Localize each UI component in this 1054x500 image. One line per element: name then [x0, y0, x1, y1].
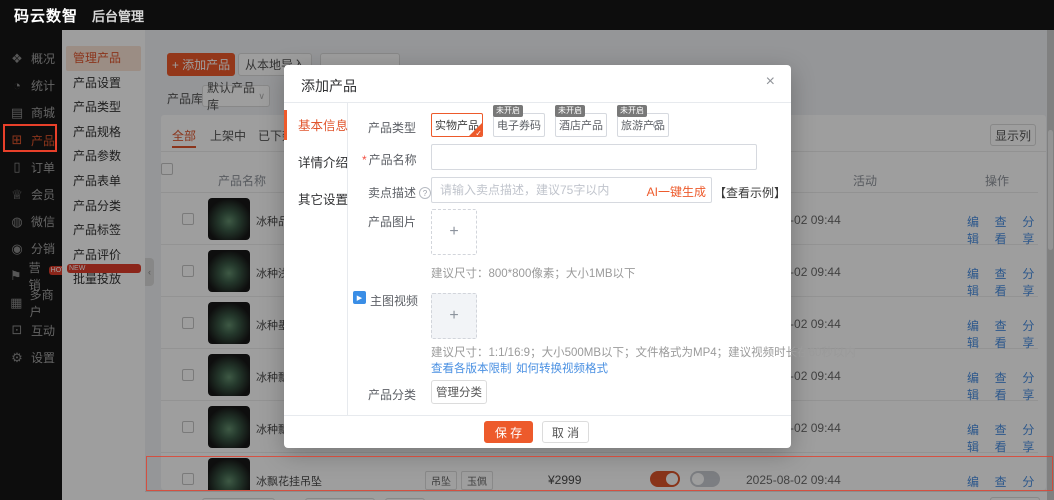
modal-title: 添加产品 [301, 76, 357, 96]
video-guide-icon: ▶ [353, 291, 366, 304]
selling-point-label: 卖点描述? [368, 184, 431, 201]
modal-tab-basic-info[interactable]: 基本信息 [298, 115, 348, 134]
product-name-input[interactable] [431, 144, 757, 170]
selling-point-field: AI一键生成 [431, 177, 712, 203]
product-type-label: 产品类型 [368, 119, 416, 136]
cancel-button[interactable]: 取 消 [542, 421, 589, 443]
ai-generate-button[interactable]: AI一键生成 [647, 183, 706, 200]
app-screen: 码云数智 后台管理 ❖概况 ◔统计 ▤商城 ⊞产品 ▯订单 ♕会员 ◍微信 ◉分… [0, 0, 1054, 500]
product-type-options: 实物产品 ✓ 电子券码 未开启 酒店产品 未开启 旅游产品 未开启 [431, 113, 669, 137]
plus-icon: + [449, 307, 458, 325]
convert-format-link[interactable]: 如何转换视频格式 [516, 360, 608, 376]
not-enabled-badge: 未开启 [555, 105, 585, 117]
help-icon[interactable]: ? [419, 187, 431, 199]
video-size-hint: 建议尺寸：1:1/16:9；大小500MB以下；文件格式为MP4；建议视频时长在… [431, 344, 856, 360]
image-size-hint: 建议尺寸：800*800像素；大小1MB以下 [431, 265, 636, 281]
product-category-label: 产品分类 [368, 386, 416, 403]
modal-tabs-divider [347, 102, 348, 415]
main-video-label: 主图视频 [370, 292, 418, 309]
not-enabled-badge: 未开启 [617, 105, 647, 117]
check-icon: ✓ [475, 129, 482, 137]
type-option-evoucher[interactable]: 电子券码 未开启 [493, 113, 545, 137]
modal-header-divider [284, 102, 791, 103]
add-product-modal: 添加产品 × 基本信息 详情介绍 其它设置 产品类型 实物产品 ✓ 电子券码 未… [284, 65, 791, 448]
modal-footer-divider [284, 415, 791, 416]
eye-icon[interactable]: ⊙ [652, 117, 663, 133]
not-enabled-badge: 未开启 [493, 105, 523, 117]
view-example-link[interactable]: 【查看示例】 [714, 184, 786, 201]
modal-tab-details[interactable]: 详情介绍 [298, 152, 348, 171]
product-images-label: 产品图片 [368, 213, 416, 230]
modal-tab-other-settings[interactable]: 其它设置 [298, 189, 348, 208]
manage-category-button[interactable]: 管理分类 [431, 380, 487, 404]
topbar-subtitle: 后台管理 [92, 6, 144, 25]
product-name-label: *产品名称 [362, 151, 417, 168]
type-option-physical[interactable]: 实物产品 ✓ [431, 113, 483, 137]
version-limits-link[interactable]: 查看各版本限制 [431, 360, 512, 376]
topbar: 码云数智 后台管理 [0, 0, 1054, 30]
active-modal-tab-bar [284, 110, 287, 140]
required-asterisk: * [362, 153, 367, 167]
save-button[interactable]: 保 存 [484, 421, 533, 443]
video-upload-box[interactable]: + [431, 293, 477, 339]
brand-logo: 码云数智 [14, 5, 78, 26]
close-icon[interactable]: × [766, 73, 775, 91]
image-upload-box[interactable]: + [431, 209, 477, 255]
plus-icon: + [449, 223, 458, 241]
type-option-hotel[interactable]: 酒店产品 未开启 [555, 113, 607, 137]
